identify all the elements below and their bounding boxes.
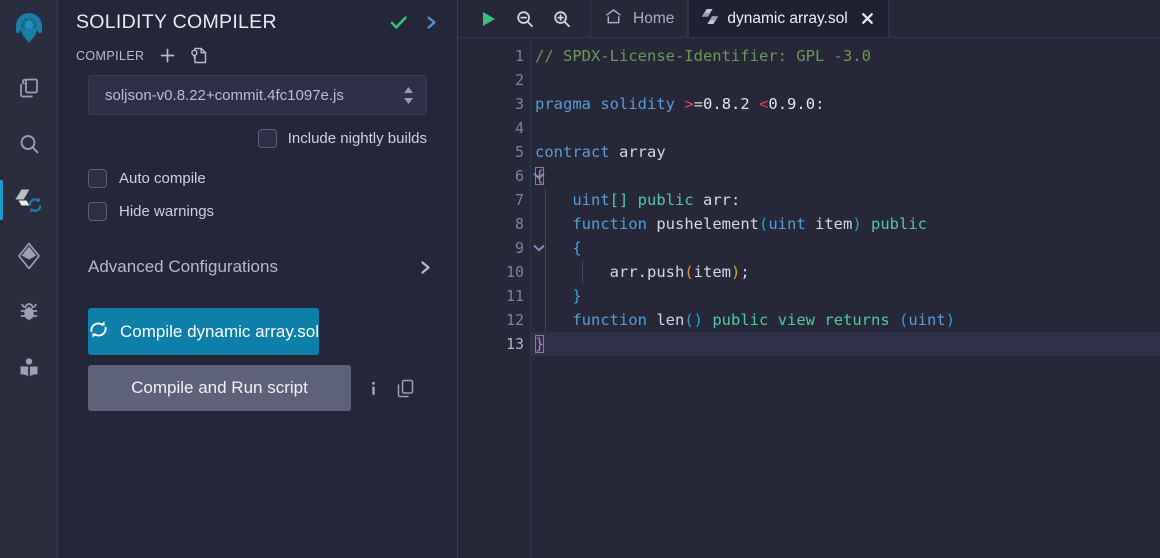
line-number: 5 [514,143,524,161]
auto-compile-row: Auto compile [58,162,457,195]
compile-and-run-script-button[interactable]: Compile and Run script [88,365,351,411]
sidebar-item-search[interactable] [0,118,58,170]
hide-warnings-label: Hide warnings [119,203,215,220]
sync-icon [88,319,109,345]
fold-chevron-down-icon[interactable] [532,169,546,183]
advanced-configurations-toggle[interactable]: Advanced Configurations [58,250,457,284]
include-nightly-row: Include nightly builds [58,115,457,148]
line-number-gutter: 1 2 3 4 5 6 7 8 9 10 11 12 13 [458,38,545,558]
code-line: // SPDX-License-Identifier: GPL -3.0 [531,44,1160,68]
code-line: } [531,284,1160,308]
compile-button-label: Compile dynamic array.sol [120,321,320,341]
compiler-version-value: soljson-v0.8.22+commit.4fc1097e.js [105,86,344,104]
code-line: arr.push(item); [531,260,1160,284]
file-config-icon[interactable] [190,46,208,65]
advanced-configurations-label: Advanced Configurations [88,257,278,276]
copy-icon[interactable] [396,378,415,398]
line-number: 1 [514,47,524,65]
line-number: 7 [514,191,524,209]
panel-header-actions [388,12,439,33]
tab-dynamic-array-sol-label: dynamic array.sol [727,9,848,27]
code-line: contract array [535,143,666,161]
info-icon[interactable] [365,379,382,398]
line-number: 3 [514,95,524,113]
code-token: // SPDX-License-Identifier: GPL -3.0 [535,47,871,65]
close-icon[interactable] [860,11,875,26]
line-number: 4 [514,119,524,137]
version-select-wrap: soljson-v0.8.22+commit.4fc1097e.js [58,69,457,115]
ethereum-icon [16,242,42,270]
tab-home[interactable]: Home [590,0,689,37]
sort-arrows-icon [403,86,414,104]
code-line: function len() public view returns (uint… [531,308,1160,332]
chevron-right-icon [418,259,433,276]
line-number: 9 [514,239,524,257]
fold-chevron-down-icon[interactable] [532,241,546,255]
bug-icon [17,300,41,324]
remix-ide-window: SOLIDITY COMPILER COMPILER soljson-v0.8.… [0,0,1160,558]
include-nightly-label: Include nightly builds [287,130,427,147]
check-icon[interactable] [388,12,409,33]
home-icon [604,7,623,31]
rail-item-list [0,58,58,394]
compiler-options: Auto compile Hide warnings [58,162,457,228]
sidebar-item-deploy-run[interactable] [0,230,58,282]
include-nightly-checkbox[interactable] [257,129,277,148]
code-line: { [535,167,545,185]
search-icon [17,132,41,156]
remix-logo[interactable] [0,0,58,58]
code-line: pragma solidity >=0.8.2 <0.9.0: [535,95,825,113]
line-number: 2 [514,71,524,89]
auto-compile-checkbox[interactable] [88,169,107,188]
line-number: 11 [505,287,524,305]
sidebar-item-file-explorer[interactable] [0,62,58,114]
code-line: uint[] public arr: [531,188,1160,212]
line-number: 6 [514,167,524,185]
compiler-label-row: COMPILER [58,38,457,69]
code-content-area[interactable]: 1 2 3 4 5 6 7 8 9 10 11 12 13 // SPDX-Li… [458,38,1160,558]
editor-toolbar [458,0,590,37]
tab-home-label: Home [633,9,675,27]
solidity-icon [702,8,719,30]
panel-header: SOLIDITY COMPILER [58,0,457,38]
tab-dynamic-array-sol[interactable]: dynamic array.sol [688,0,889,37]
book-icon [17,356,41,380]
compiler-version-select[interactable]: soljson-v0.8.22+commit.4fc1097e.js [88,75,427,115]
icon-rail [0,0,58,558]
code-lines[interactable]: // SPDX-License-Identifier: GPL -3.0 pra… [530,38,1160,558]
compile-button[interactable]: Compile dynamic array.sol [88,308,320,355]
chevron-right-icon[interactable] [424,14,439,31]
page-title: SOLIDITY COMPILER [76,10,277,33]
line-number: 10 [505,263,524,281]
auto-compile-label: Auto compile [119,170,206,187]
code-line: { [531,236,1160,260]
code-line: } [531,332,1160,356]
sidebar-item-debugger[interactable] [0,286,58,338]
files-icon [17,76,41,100]
run-script-row: Compile and Run script [88,365,427,411]
zoom-in-icon[interactable] [552,9,572,29]
plus-icon[interactable] [159,47,176,64]
zoom-out-icon[interactable] [515,9,535,29]
sidebar-item-solidity-compiler[interactable] [0,174,58,226]
code-editor: Home dynamic array.sol 1 2 3 4 5 6 7 8 9… [458,0,1160,558]
line-number: 12 [505,311,524,329]
line-number: 13 [505,335,524,353]
code-line: function pushelement(uint item) public [531,212,1160,236]
solidity-compiler-panel: SOLIDITY COMPILER COMPILER soljson-v0.8.… [58,0,458,558]
compiler-label: COMPILER [76,48,145,63]
play-icon[interactable] [478,9,498,29]
hide-warnings-checkbox[interactable] [88,202,107,221]
hide-warnings-row: Hide warnings [58,195,457,228]
line-number: 8 [514,215,524,233]
sidebar-item-plugin-manager[interactable] [0,342,58,394]
solidity-compile-icon [15,187,43,213]
editor-tabbar: Home dynamic array.sol [458,0,1160,38]
